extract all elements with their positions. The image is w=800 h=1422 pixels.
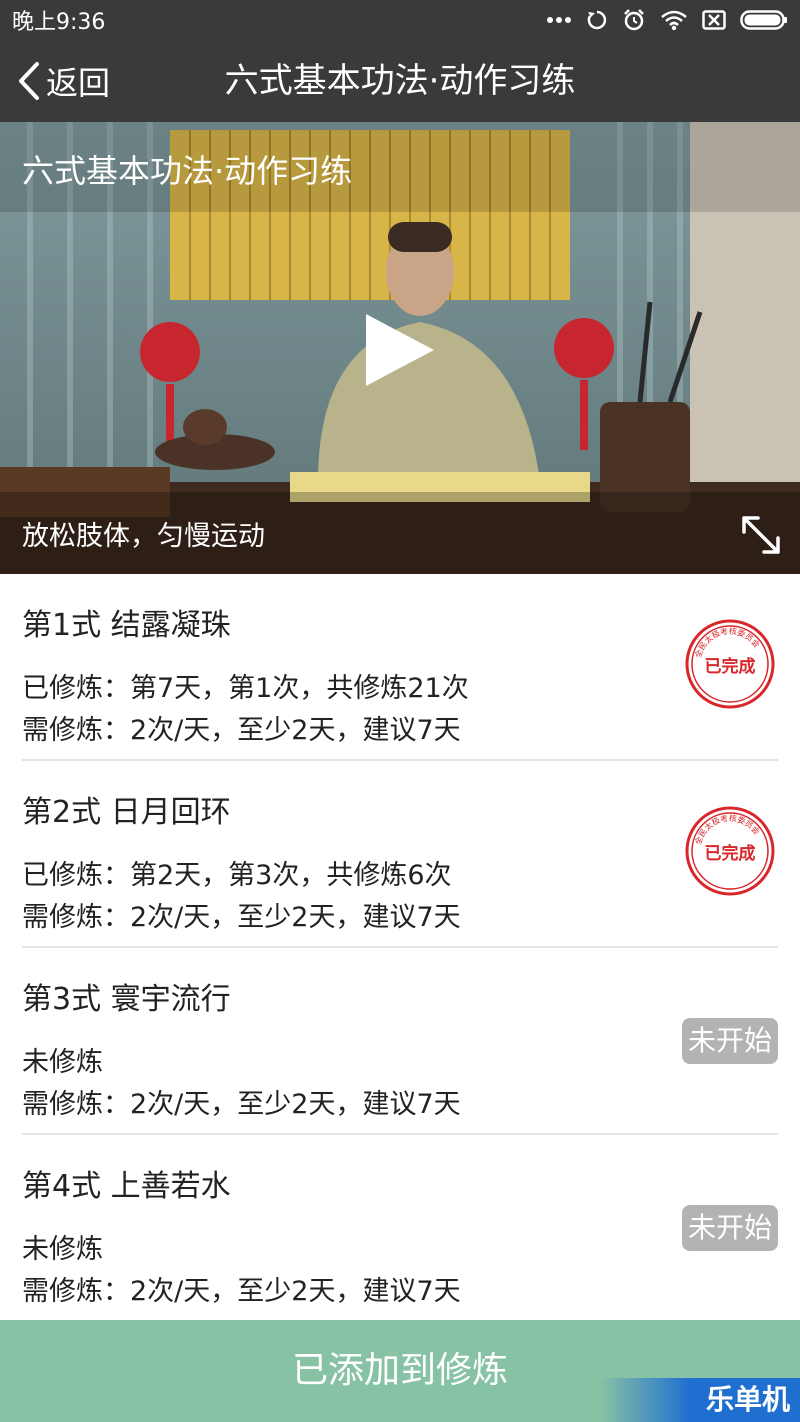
exercise-list: 第1式 结露凝珠 已修炼：第7天，第1次，共修炼21次 需修炼：2次/天，至少2… <box>0 574 800 1322</box>
item-progress: 未修炼 <box>22 1234 103 1265</box>
item-title: 第1式 结露凝珠 <box>22 608 231 643</box>
status-bar: 晚上9:36 <box>0 0 800 40</box>
video-title: 六式基本功法·动作习练 <box>22 152 353 190</box>
item-progress: 未修炼 <box>22 1047 103 1078</box>
fullscreen-icon[interactable] <box>738 512 784 558</box>
item-title: 第2式 日月回环 <box>22 795 231 830</box>
watermark-logo: 乐单机 <box>600 1378 800 1422</box>
completed-stamp-icon: 全民太极考核委员会 已完成 <box>685 806 775 896</box>
wifi-icon <box>661 10 687 31</box>
item-requirement: 需修炼：2次/天，至少2天，建议7天 <box>22 1276 461 1307</box>
item-requirement: 需修炼：2次/天，至少2天，建议7天 <box>22 1089 461 1120</box>
nav-bar: 返回 六式基本功法·动作习练 <box>0 40 800 122</box>
bottom-button-label: 已添加到修炼 <box>291 1350 508 1391</box>
completed-stamp-icon: 全民太极考核委员会 已完成 <box>685 619 775 709</box>
sync-icon <box>587 10 607 30</box>
play-icon[interactable] <box>362 312 438 388</box>
back-label: 返回 <box>46 64 111 102</box>
status-time: 晚上9:36 <box>12 10 106 35</box>
video-caption: 放松肢体，匀慢运动 <box>22 521 265 552</box>
video-player[interactable]: 六式基本功法·动作习练 放松肢体，匀慢运动 <box>0 122 800 574</box>
battery-icon <box>740 10 787 30</box>
item-requirement: 需修炼：2次/天，至少2天，建议7天 <box>22 715 461 746</box>
chevron-left-icon <box>19 62 39 100</box>
page-title: 六式基本功法·动作习练 <box>224 61 576 101</box>
item-progress: 已修炼：第2天，第3次，共修炼6次 <box>22 860 452 891</box>
not-started-badge[interactable]: 未开始 <box>681 1018 778 1064</box>
list-item[interactable]: 第3式 寰宇流行 未修炼 需修炼：2次/天，至少2天，建议7天 未开始 <box>22 948 778 1135</box>
alarm-icon <box>624 9 644 31</box>
stamp-inner-text: 已完成 <box>705 843 756 864</box>
item-title: 第3式 寰宇流行 <box>22 982 231 1017</box>
back-button[interactable]: 返回 <box>18 40 110 122</box>
not-started-badge[interactable]: 未开始 <box>681 1205 778 1251</box>
no-sim-icon <box>702 10 726 30</box>
list-item[interactable]: 第2式 日月回环 已修炼：第2天，第3次，共修炼6次 需修炼：2次/天，至少2天… <box>22 761 778 948</box>
list-item[interactable]: 第4式 上善若水 未修炼 需修炼：2次/天，至少2天，建议7天 未开始 <box>22 1135 778 1322</box>
watermark-text: 乐单机 <box>705 1383 790 1416</box>
more-icon <box>547 17 571 23</box>
item-requirement: 需修炼：2次/天，至少2天，建议7天 <box>22 902 461 933</box>
list-item[interactable]: 第1式 结露凝珠 已修炼：第7天，第1次，共修炼21次 需修炼：2次/天，至少2… <box>22 574 778 761</box>
item-progress: 已修炼：第7天，第1次，共修炼21次 <box>22 673 469 704</box>
stamp-inner-text: 已完成 <box>705 656 756 677</box>
item-title: 第4式 上善若水 <box>22 1169 231 1204</box>
status-icons <box>546 8 788 32</box>
